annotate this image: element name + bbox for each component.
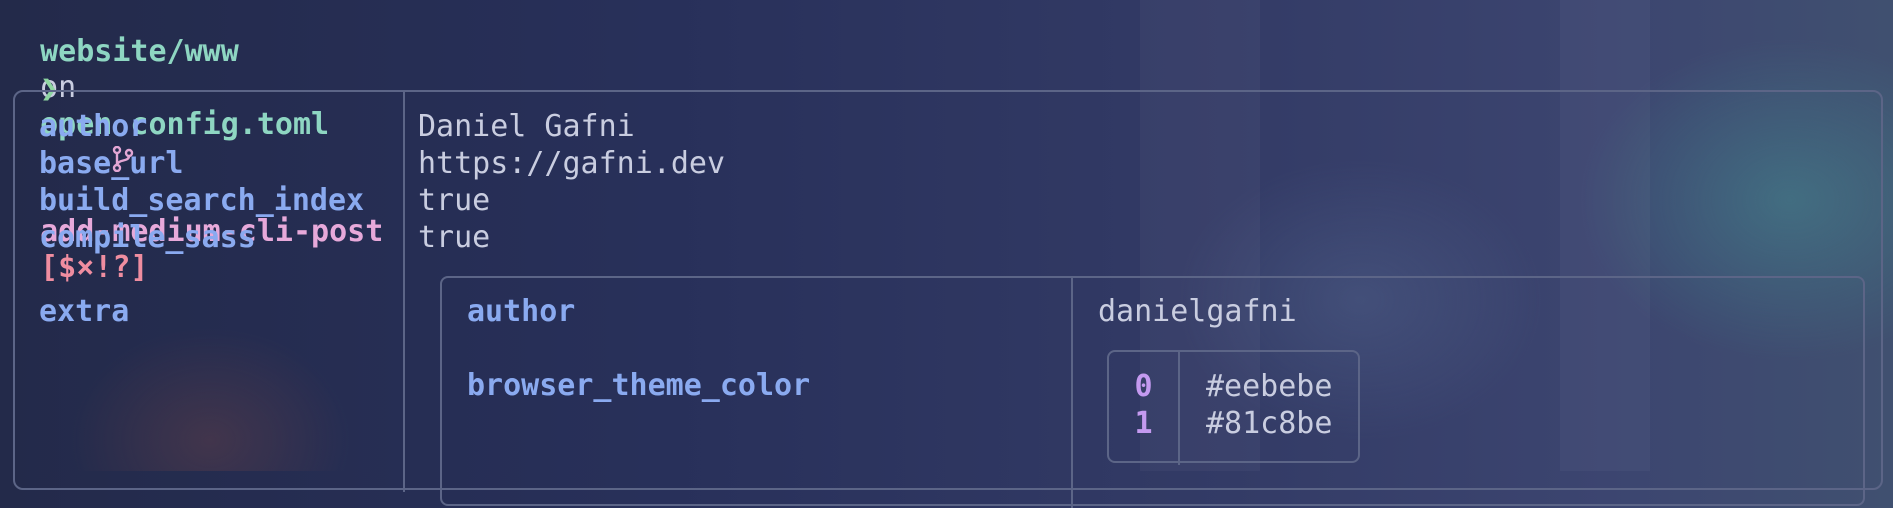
config-value: true (418, 220, 491, 255)
config-value: https://gafni.dev (418, 146, 726, 181)
table-column-divider (1178, 352, 1180, 465)
color-value: #81c8be (1206, 406, 1333, 441)
config-key: base_url (39, 146, 184, 181)
table-column-divider (403, 92, 405, 492)
extra-key: author (467, 294, 576, 329)
config-value: true (418, 183, 491, 218)
browser-theme-color-table: 0 #eebebe 1 #81c8be (1107, 350, 1360, 465)
color-value: #eebebe (1206, 369, 1333, 404)
extra-table: author danielgafni browser_theme_color 0… (440, 276, 1865, 508)
extra-value: danielgafni (1098, 294, 1297, 329)
config-value: Daniel Gafni (418, 109, 635, 144)
table-column-divider (1071, 278, 1073, 508)
config-key: compile_sass (39, 220, 256, 255)
list-index: 0 (1134, 369, 1153, 404)
config-key-extra: extra (39, 294, 130, 329)
config-key: author (39, 109, 148, 144)
config-key: build_search_index (39, 183, 365, 218)
config-table: author Daniel Gafni base_url https://gaf… (13, 90, 1883, 508)
list-index: 1 (1134, 406, 1153, 441)
extra-key: browser_theme_color (467, 368, 811, 403)
